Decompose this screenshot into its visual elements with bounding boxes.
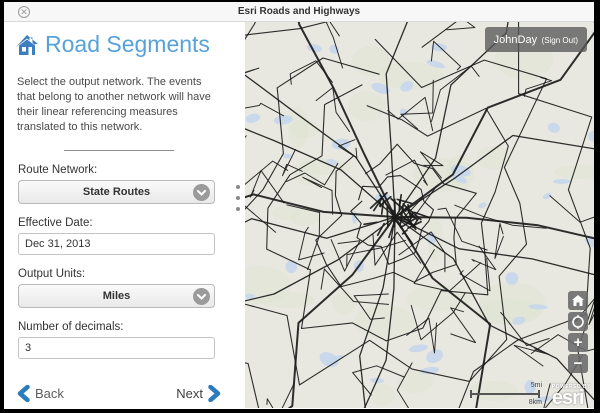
panel-header: Road Segments <box>4 22 233 58</box>
locate-icon <box>571 315 585 329</box>
esri-brand-text: esri <box>552 390 591 407</box>
route-network-label: Route Network: <box>18 164 215 176</box>
output-units-label: Output Units: <box>18 268 215 280</box>
scalebar-miles: 5mi <box>531 382 542 389</box>
plus-icon: + <box>574 335 583 350</box>
panel-gutter <box>233 22 245 408</box>
esri-logo: POWERED BY esri <box>552 384 591 407</box>
minus-icon: − <box>574 356 583 371</box>
effective-date-label: Effective Date: <box>18 217 215 229</box>
page-title: Road Segments <box>45 31 210 58</box>
decimals-input[interactable] <box>18 337 215 359</box>
output-units-value: Miles <box>103 290 131 302</box>
sign-out-link[interactable]: (Sign Out) <box>542 36 578 45</box>
route-network-dropdown[interactable]: State Routes <box>18 180 215 204</box>
titlebar: ✕ Esri Roads and Highways <box>4 2 594 22</box>
window-title: Esri Roads and Highways <box>238 6 360 17</box>
wizard-panel: Road Segments Select the output network.… <box>4 22 233 408</box>
close-icon[interactable]: ✕ <box>18 6 30 18</box>
zoom-out-button[interactable]: − <box>568 354 588 373</box>
instruction-text: Select the output network. The events th… <box>4 58 233 134</box>
arrow-left-icon <box>17 385 30 402</box>
divider <box>64 150 174 151</box>
next-button[interactable]: Next <box>176 385 221 402</box>
back-label: Back <box>35 386 64 401</box>
chevron-down-icon[interactable] <box>193 288 210 305</box>
map-view[interactable]: JohnDay (Sign Out) 5mi 8km <box>245 22 594 408</box>
route-network-value: State Routes <box>83 186 150 198</box>
user-badge[interactable]: JohnDay (Sign Out) <box>485 27 587 52</box>
locate-button[interactable] <box>568 312 588 331</box>
back-button[interactable]: Back <box>17 385 64 402</box>
basemap-roads <box>245 22 594 408</box>
username: JohnDay <box>494 34 537 46</box>
chevron-down-icon[interactable] <box>193 184 210 201</box>
decimals-label: Number of decimals: <box>18 321 215 333</box>
effective-date-input[interactable] <box>18 233 215 255</box>
arrow-right-icon <box>208 385 221 402</box>
zoom-in-button[interactable]: + <box>568 333 588 352</box>
output-units-dropdown[interactable]: Miles <box>18 284 215 308</box>
wizard-nav: Back Next <box>4 385 233 402</box>
resize-handle[interactable] <box>236 185 240 211</box>
app-window: ✕ Esri Roads and Highways Road Segments … <box>4 2 594 409</box>
next-label: Next <box>176 386 203 401</box>
home-extent-button[interactable] <box>568 291 588 310</box>
home-icon <box>572 295 584 306</box>
map-controls: + − <box>568 291 588 373</box>
scalebar: 5mi 8km <box>470 390 540 398</box>
scalebar-kilometers: 8km <box>529 399 542 406</box>
home-icon <box>14 33 40 57</box>
scalebar-line <box>470 390 540 398</box>
